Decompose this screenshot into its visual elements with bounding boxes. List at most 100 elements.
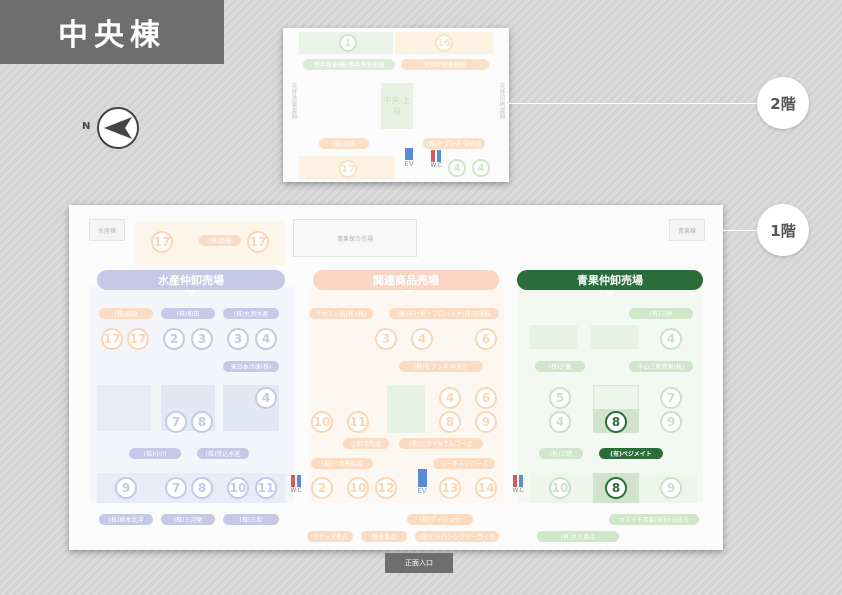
tenant-pill: (株)和田 [161,308,215,319]
floor2-stall-17: 17 [339,160,357,178]
top-tag: 青果棟 [669,219,705,241]
stall-17: 17 [151,231,173,253]
tenant-pill: (株)すけ彩・プロバッケ(株)市場館 [389,308,499,319]
stall-17: 17 [101,328,123,350]
floor2-side-label: 荒井印刷書籍 [498,83,505,119]
floor2-stall-4: 4 [472,159,490,177]
stall-14: 14 [475,477,497,499]
tenant-pill: (株)三河屋 [161,514,215,525]
stall-17: 17 [247,231,269,253]
north-label: N [82,121,91,132]
restroom-icon: W.C [285,475,307,503]
stall-9: 9 [475,411,497,433]
stall-2: 2 [163,328,185,350]
category-suisan[interactable]: 水産仲卸売場 [97,270,285,296]
stall-6: 6 [475,387,497,409]
stall-4: 4 [549,411,571,433]
category-kanren[interactable]: 関連商品売場 [313,270,499,296]
floor2-tenant: (株)セブンネ 中央区 [423,138,485,149]
floor1-map[interactable]: 水産棟 17 (株)品田 17 青果保冷売場 青果棟 水産仲卸売場 関連商品売場… [69,205,723,550]
tenant-pill: (株)ジャパンシアリーライセ [415,531,499,542]
floor2-tenant: 荒井商事(株)荒井漁業書籍 [303,59,395,70]
floor2-badge[interactable]: 2階 [757,77,809,129]
tenant-pill: (株)品田 [99,308,153,319]
stall-3: 3 [191,328,213,350]
restroom-icon: W.C [425,150,447,178]
stall-10: 10 [227,477,249,499]
tenant-pill: (株)栃木北洋 [99,514,153,525]
stall-10: 10 [347,477,369,499]
stall-4: 4 [411,328,433,350]
main-entrance-label: 正面入口 [385,553,453,573]
stall-8: 8 [191,477,213,499]
tenant-pill: (株)ダイショウ [407,514,473,525]
floor2-wc-label: W.C [430,162,442,169]
tenant-pill: ファッズ名古 [307,531,353,542]
stall-8: 8 [191,411,213,433]
restroom-icon: W.C [507,475,529,503]
stall-7: 7 [660,387,682,409]
stall-4: 4 [255,387,277,409]
tenant-pill: (株)芝農 [535,361,585,372]
stall-11: 11 [347,411,369,433]
tenant-pill: (株)品田 [199,235,241,246]
stall-5: 5 [549,387,571,409]
tenant-pill: (株)ヒタチNさんコーポ [399,438,483,449]
stall-8-highlight-bottom[interactable]: 8 [605,477,627,499]
stall-8: 8 [439,411,461,433]
stall-7: 7 [165,411,187,433]
tenant-pill: サカエン商(有)(株) [309,308,373,319]
floor2-stall-16: 16 [435,34,453,52]
category-seika[interactable]: 青果仲卸売場 [517,270,703,296]
highlight-tenant-pill[interactable]: (有)ベジメイト [599,448,663,459]
floor2-leader-line [509,103,757,104]
floor2-side-label: 荒井漁業書籍 [290,83,297,119]
floor1-badge[interactable]: 1階 [757,204,809,256]
floor2-map[interactable]: 1 16 荒井商事(株)荒井漁業書籍 荒井印刷書籍館 荒井漁業書籍 荒井印刷書籍… [283,28,509,182]
tenant-pill: (株)三和 [223,514,279,525]
top-tag: 青果保冷売場 [293,219,417,257]
floor2-ev-label: EV [404,160,414,168]
stall-9: 9 [660,477,682,499]
stall-10: 10 [549,477,571,499]
stall-2: 2 [311,477,333,499]
floor1-wc-label: W.C [290,487,302,494]
stall-3: 3 [227,328,249,350]
elevator-icon: EV [415,469,429,505]
tenant-pill: (有)三徳 [629,308,693,319]
stall-4: 4 [255,328,277,350]
floor2-stall-1: 1 [339,34,357,52]
stall-10: 10 [311,411,333,433]
stall-4: 4 [439,387,461,409]
floor2-stall-4: 4 [448,159,466,177]
stall-11: 11 [255,477,277,499]
tenant-pill: (株)小川 [129,448,181,459]
stall-9: 9 [660,411,682,433]
stall-13: 13 [439,477,461,499]
stall-8-highlight-top[interactable]: 8 [605,411,627,433]
floor1-ev-label: EV [417,487,427,495]
floor2-tenant: (株)品田 [319,138,369,149]
building-title: 中央棟 [0,0,224,64]
stall-7: 7 [165,477,187,499]
tenant-pill: シーキャンバーズ [433,458,495,469]
floor1-leader-line [723,230,757,231]
stall-3: 3 [375,328,397,350]
floor1-wc-label: W.C [512,487,524,494]
tenant-pill: カネイチ青果(株)小山支社 [609,514,699,525]
floor2-tenant: 荒井印刷書籍館 [401,59,489,70]
tenant-pill: (有)丸久商店 [537,531,619,542]
stall-6: 6 [475,328,497,350]
tenant-pill: (株)セブンネ 中央区 [399,361,483,372]
tenant-pill: 小山三和青果(株) [629,361,693,372]
tenant-pill: (株)荒込水産 [197,448,249,459]
stall-17: 17 [127,328,149,350]
elevator-icon: EV [403,148,415,178]
tenant-pill: (株)八百秀商店 [311,458,373,469]
stall-4: 4 [660,328,682,350]
tenant-pill: 小野寺陶器 [343,438,389,449]
tenant-pill: 整木青品 [361,531,407,542]
tenant-pill: 東日本冷凍(株) [223,361,279,372]
stall-12: 12 [375,477,397,499]
tenant-pill: (有)三徳 [539,448,583,459]
